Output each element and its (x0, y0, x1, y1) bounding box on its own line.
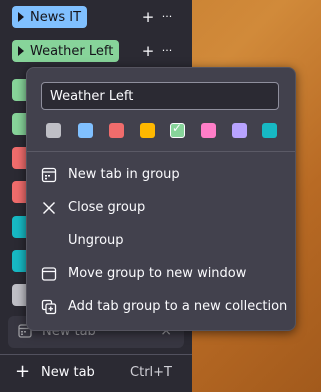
color-swatch-blue[interactable] (78, 123, 93, 138)
add-tab-to-group-button[interactable]: + (141, 8, 155, 26)
expand-caret-icon (18, 46, 24, 56)
menu-item-label: Close group (68, 200, 146, 215)
tab-group-chip-collapsed[interactable] (12, 181, 26, 203)
menu-item-new-tab-in-group[interactable]: New tab in group (27, 159, 295, 191)
tab-group-chip-collapsed[interactable] (12, 250, 26, 272)
menu-item-move-group-to-new-window[interactable]: Move group to new window (27, 258, 295, 290)
menu-item-add-to-new-collection[interactable]: Add tab group to a new collection (27, 291, 295, 323)
sidebar-divider (0, 354, 192, 355)
menu-item-label: New tab in group (68, 167, 180, 182)
close-icon (43, 202, 55, 214)
color-swatch-purple[interactable] (232, 123, 247, 138)
expand-caret-icon (18, 12, 24, 22)
tab-group-chip-weather-left[interactable]: Weather Left (12, 40, 120, 62)
new-tab-in-group-icon (41, 167, 57, 183)
tab-group-chip-collapsed[interactable] (12, 113, 26, 135)
color-swatch-cyan[interactable] (262, 123, 277, 138)
tab-group-chip-collapsed[interactable] (12, 216, 26, 238)
group-name-input[interactable] (41, 82, 279, 110)
menu-item-close-group[interactable]: Close group (27, 192, 295, 224)
tab-group-chip-collapsed[interactable] (12, 284, 26, 306)
tab-group-label: News IT (30, 9, 82, 25)
color-swatch-green[interactable]: ✓ (170, 121, 185, 138)
menu-item-label: Ungroup (68, 233, 124, 248)
color-swatch-pink[interactable] (201, 123, 216, 138)
window-icon (41, 267, 57, 281)
tab-group-chip-collapsed[interactable] (12, 147, 26, 169)
menu-item-label: Move group to new window (68, 266, 247, 281)
collection-icon (41, 299, 57, 315)
checkmark-icon: ✓ (172, 121, 183, 135)
add-tab-to-group-button[interactable]: + (141, 42, 155, 60)
tab-group-row-news-it: News IT + ··· (0, 2, 192, 32)
color-swatch-yellow[interactable] (140, 123, 155, 138)
tab-group-label: Weather Left (30, 43, 114, 59)
tab-group-row-weather-left: Weather Left + ··· (0, 36, 192, 66)
tab-group-chip-collapsed[interactable] (12, 79, 26, 101)
tab-group-context-menu: ✓ New tab in group Close group Ungroup M… (26, 67, 296, 331)
menu-item-label: Add tab group to a new collection (68, 299, 288, 314)
menu-separator (27, 151, 295, 152)
menu-item-ungroup[interactable]: Ungroup (27, 225, 295, 257)
plus-icon: + (15, 361, 31, 382)
group-more-button[interactable]: ··· (160, 8, 174, 26)
color-swatch-grey[interactable] (46, 123, 61, 138)
new-tab-label: New tab (41, 365, 95, 380)
color-swatch-red[interactable] (109, 123, 124, 138)
new-tab-shortcut: Ctrl+T (130, 365, 172, 380)
group-more-button[interactable]: ··· (160, 42, 174, 60)
tab-group-chip-news-it[interactable]: News IT (12, 6, 88, 28)
new-tab-button[interactable]: + New tab Ctrl+T (0, 356, 192, 392)
